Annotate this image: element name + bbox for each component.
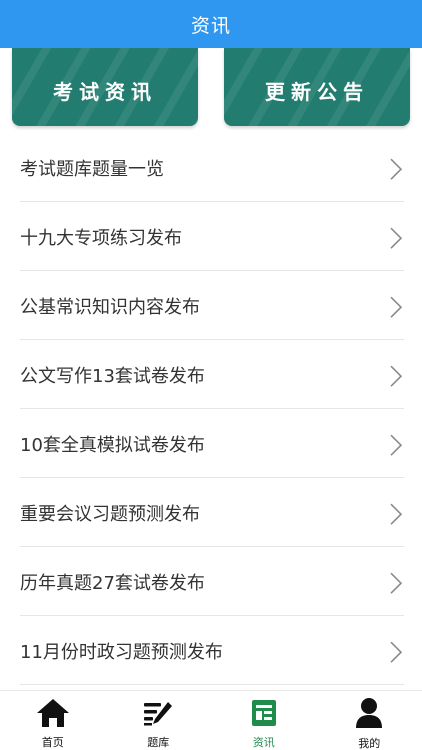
news-item-title: 公基常识知识内容发布 (20, 297, 200, 318)
news-item[interactable]: 公基常识知识内容发布 (20, 271, 404, 340)
home-icon (36, 697, 70, 728)
category-cards: 考试资讯 更新公告 (0, 48, 422, 128)
chevron-right-icon (390, 572, 402, 594)
chevron-right-icon (390, 641, 402, 663)
news-item[interactable]: 10套全真模拟试卷发布 (20, 409, 404, 478)
news-item-title: 十九大专项练习发布 (20, 228, 182, 249)
top-bar: 资讯 (0, 0, 422, 48)
update-notice-card[interactable]: 更新公告 (224, 48, 410, 126)
chevron-right-icon (390, 158, 402, 180)
tab-home[interactable]: 首页 (0, 691, 106, 750)
chevron-right-icon (390, 227, 402, 249)
news-item-title: 重要会议习题预测发布 (20, 504, 200, 525)
tab-question-bank[interactable]: 题库 (106, 691, 212, 750)
chevron-right-icon (390, 365, 402, 387)
tab-news[interactable]: 资讯 (211, 691, 317, 750)
news-list: 考试题库题量一览 十九大专项练习发布 公基常识知识内容发布 公文写作13套试卷发… (0, 133, 422, 685)
chevron-right-icon (390, 434, 402, 456)
bottom-tab-bar: 首页 题库 资讯 我的 (0, 690, 422, 750)
news-item[interactable]: 十九大专项练习发布 (20, 202, 404, 271)
news-icon (247, 697, 281, 728)
tab-mine[interactable]: 我的 (317, 691, 422, 750)
exam-news-label: 考试资讯 (53, 79, 157, 104)
tab-home-label: 首页 (41, 736, 64, 749)
update-notice-label: 更新公告 (265, 79, 369, 104)
pen-lines-icon (141, 697, 175, 728)
exam-news-card[interactable]: 考试资讯 (12, 48, 198, 126)
news-item-title: 公文写作13套试卷发布 (20, 366, 205, 387)
news-item-title: 历年真题27套试卷发布 (20, 573, 205, 594)
news-item[interactable]: 历年真题27套试卷发布 (20, 547, 404, 616)
tab-question-bank-label: 题库 (147, 736, 170, 749)
user-icon (352, 697, 386, 729)
news-item-title: 11月份时政习题预测发布 (20, 642, 223, 663)
tab-news-label: 资讯 (252, 736, 275, 749)
chevron-right-icon (390, 296, 402, 318)
page-title: 资讯 (190, 14, 231, 37)
tab-mine-label: 我的 (358, 737, 381, 750)
news-item[interactable]: 11月份时政习题预测发布 (20, 616, 404, 685)
news-item[interactable]: 考试题库题量一览 (20, 133, 404, 202)
news-item-title: 考试题库题量一览 (20, 159, 164, 180)
news-item-title: 10套全真模拟试卷发布 (20, 435, 205, 456)
chevron-right-icon (390, 503, 402, 525)
news-item[interactable]: 重要会议习题预测发布 (20, 478, 404, 547)
news-item[interactable]: 公文写作13套试卷发布 (20, 340, 404, 409)
